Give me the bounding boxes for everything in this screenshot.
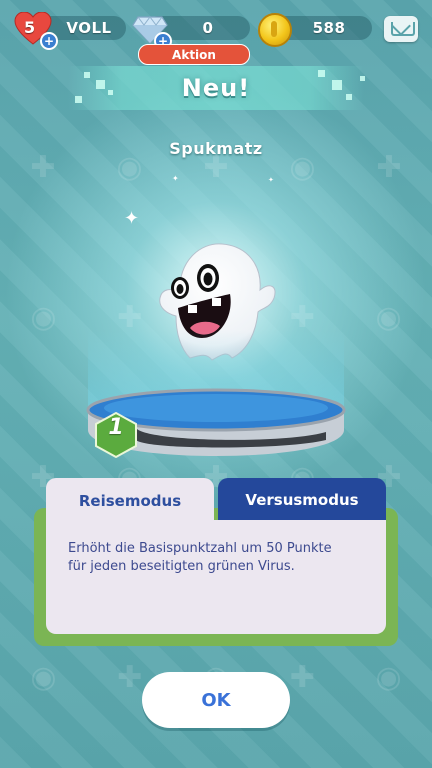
banner-title: Neu! <box>181 74 251 102</box>
mail-icon[interactable] <box>384 16 418 42</box>
sparkle-icon: ✦ <box>172 174 179 183</box>
diamond-icon[interactable]: + <box>132 14 172 50</box>
hearts-status: VOLL <box>66 19 112 37</box>
promo-tag: Aktion <box>138 44 250 65</box>
tab-reisemodus[interactable]: Reisemodus <box>46 478 214 524</box>
skill-description-line: für jeden beseitigten grünen Virus. <box>68 559 295 574</box>
sparkle-square <box>346 94 352 100</box>
heart-icon[interactable]: 5 + <box>14 12 58 50</box>
sparkle-icon: ✦ <box>124 208 140 229</box>
status-bar: VOLL 5 + 0 + 588 <box>0 12 432 50</box>
sparkle-square <box>96 80 105 89</box>
character-name: Spukmatz <box>169 139 263 158</box>
tab-versusmodus[interactable]: Versusmodus <box>218 478 386 522</box>
hearts-count: 5 <box>24 18 36 37</box>
diamonds-count: 0 <box>202 19 214 37</box>
sparkle-icon: ✦ <box>268 176 274 184</box>
plus-icon[interactable]: + <box>40 32 58 50</box>
sparkle-square <box>360 76 365 81</box>
sparkle-square <box>84 72 90 78</box>
coin-icon <box>258 13 292 47</box>
skill-description: Erhöht die Basispunktzahl um 50 Punkte f… <box>68 540 368 576</box>
sparkle-square <box>318 70 325 77</box>
sparkle-square <box>75 96 82 103</box>
ok-button[interactable]: OK <box>142 672 290 728</box>
level-number: 1 <box>108 415 124 440</box>
sparkle-square <box>108 90 113 95</box>
coins-count: 588 <box>312 19 346 37</box>
sparkle-square <box>332 80 342 90</box>
skill-description-line: Erhöht die Basispunktzahl um 50 Punkte <box>68 541 332 556</box>
skill-description-card: Erhöht die Basispunktzahl um 50 Punkte f… <box>46 520 386 634</box>
